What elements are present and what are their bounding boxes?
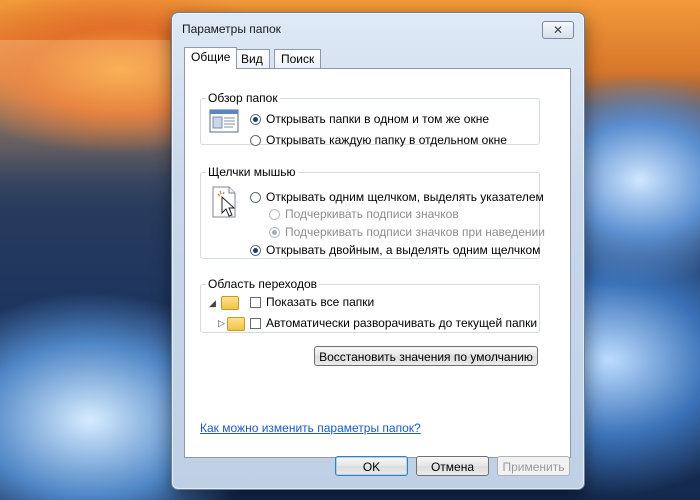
radio-label: Подчеркивать подписи значков при наведен… xyxy=(285,225,545,239)
close-button[interactable]: ✕ xyxy=(542,21,574,39)
tab-search[interactable]: Поиск xyxy=(274,49,322,68)
radio-label: Открывать каждую папку в отдельном окне xyxy=(266,133,507,147)
expanded-triangle-icon: ◢ xyxy=(209,298,216,308)
single-click-pointer-icon xyxy=(211,185,241,218)
radio-single-click[interactable]: Открывать одним щелчком, выделять указат… xyxy=(250,190,544,204)
radio-indicator[interactable] xyxy=(250,191,261,203)
radio-indicator[interactable] xyxy=(269,208,280,220)
checkbox-auto-expand[interactable]: Автоматически разворачивать до текущей п… xyxy=(250,316,537,330)
radio-label: Подчеркивать подписи значков xyxy=(285,207,459,221)
radio-label: Открывать одним щелчком, выделять указат… xyxy=(266,190,544,204)
radio-indicator[interactable] xyxy=(269,226,280,238)
radio-underline-always[interactable]: Подчеркивать подписи значков xyxy=(269,207,459,221)
window-layout-icon xyxy=(209,109,239,139)
tab-view[interactable]: Вид xyxy=(234,49,270,68)
title-bar[interactable]: Параметры папок ✕ xyxy=(172,13,584,43)
checkbox-label: Показать все папки xyxy=(266,295,375,309)
radio-label: Открывать папки в одном и том же окне xyxy=(266,112,489,126)
cancel-button[interactable]: Отмена xyxy=(416,456,489,476)
folder-options-dialog: Параметры папок ✕ Общие Вид Поиск Обзор … xyxy=(171,12,585,490)
wallpaper-glow xyxy=(0,40,170,210)
radio-indicator[interactable] xyxy=(250,113,261,125)
radio-label: Открывать двойным, а выделять одним щелч… xyxy=(266,243,541,257)
folder-icon xyxy=(221,296,239,310)
radio-double-click[interactable]: Открывать двойным, а выделять одним щелч… xyxy=(250,243,540,257)
close-icon: ✕ xyxy=(552,23,564,37)
radio-underline-hover[interactable]: Подчеркивать подписи значков при наведен… xyxy=(269,225,545,239)
checkbox-show-all-folders[interactable]: Показать все папки xyxy=(250,295,374,309)
checkbox-label: Автоматически разворачивать до текущей п… xyxy=(266,316,538,330)
help-link[interactable]: Как можно изменить параметры папок? xyxy=(200,421,421,435)
dialog-title: Параметры папок xyxy=(182,22,281,36)
checkbox-indicator[interactable] xyxy=(250,296,261,308)
tab-panel-general: Обзор папок Открывать папки в одном и то… xyxy=(184,68,571,458)
ok-button[interactable]: OK xyxy=(335,456,408,476)
radio-open-new-window[interactable]: Открывать каждую папку в отдельном окне xyxy=(250,133,507,147)
folder-icon xyxy=(227,317,245,331)
checkbox-indicator[interactable] xyxy=(250,317,261,329)
navigation-pane-legend: Область переходов xyxy=(208,277,318,291)
mouse-clicks-legend: Щелчки мышью xyxy=(208,165,296,179)
radio-indicator[interactable] xyxy=(250,134,261,146)
radio-indicator[interactable] xyxy=(250,244,261,256)
collapsed-triangle-icon: ▷ xyxy=(218,318,225,328)
radio-open-same-window[interactable]: Открывать папки в одном и том же окне xyxy=(250,112,489,126)
apply-button[interactable]: Применить xyxy=(497,456,570,476)
browse-folders-legend: Обзор папок xyxy=(208,91,278,105)
tab-general[interactable]: Общие xyxy=(184,47,238,69)
restore-defaults-button[interactable]: Восстановить значения по умолчанию xyxy=(314,346,538,366)
